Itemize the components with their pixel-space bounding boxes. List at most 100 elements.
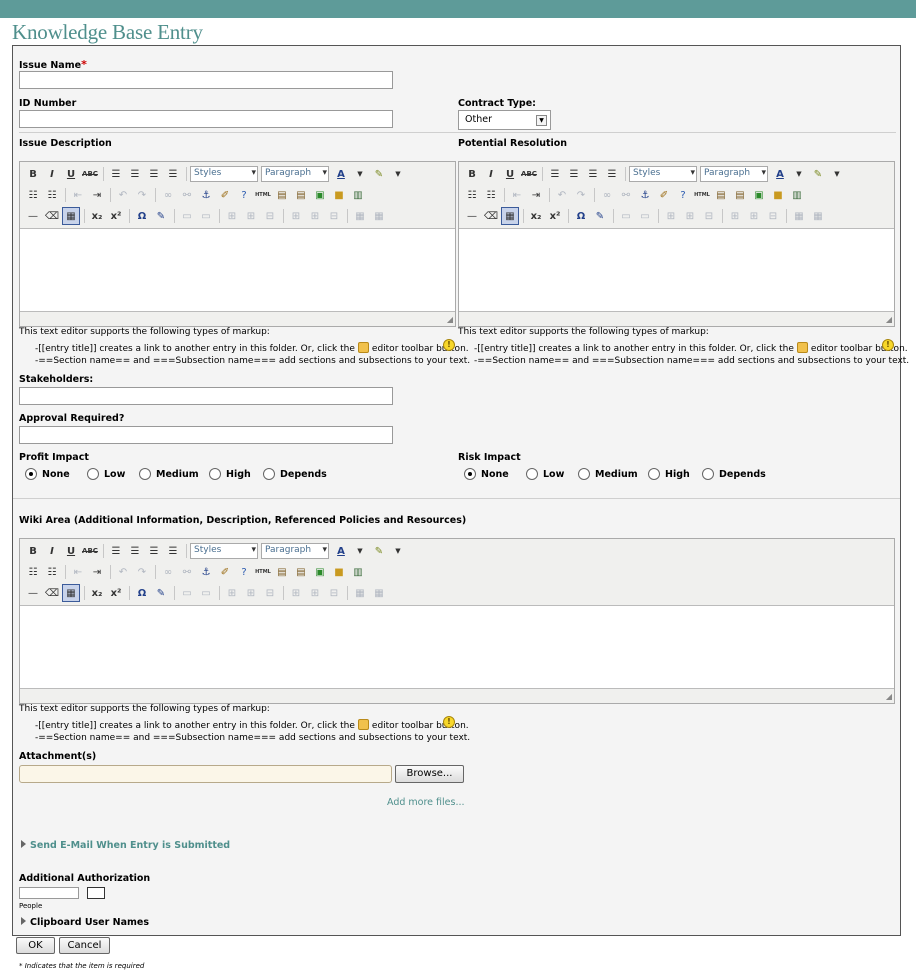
html-icon[interactable]: HTML: [254, 563, 272, 581]
numbered-list-icon[interactable]: ☷: [43, 563, 61, 581]
highlight-color-icon[interactable]: ✎: [809, 165, 827, 183]
paragraph-dropdown[interactable]: Paragraph: [261, 166, 329, 182]
text-color-icon[interactable]: A: [332, 165, 350, 183]
superscript-icon[interactable]: x²: [546, 207, 564, 225]
indent-icon[interactable]: ⇥: [527, 186, 545, 204]
align-left-icon[interactable]: ☰: [107, 165, 125, 183]
stakeholders-input[interactable]: [19, 387, 393, 405]
kb-entry-link-icon[interactable]: ■: [769, 186, 787, 204]
radio-button[interactable]: [139, 468, 151, 480]
delete-row-icon[interactable]: ⊟: [261, 584, 279, 602]
kb-entry-link-icon[interactable]: ■: [330, 563, 348, 581]
info-icon[interactable]: !: [882, 339, 894, 351]
anchor-icon[interactable]: ⚓: [197, 186, 215, 204]
paste-text-icon[interactable]: ▤: [273, 563, 291, 581]
resize-grip-icon[interactable]: ◢: [886, 315, 892, 324]
info-icon[interactable]: !: [443, 339, 455, 351]
outdent-icon[interactable]: ⇤: [508, 186, 526, 204]
insert-col-before-icon[interactable]: ⊞: [726, 207, 744, 225]
insert-row-before-icon[interactable]: ⊞: [223, 207, 241, 225]
special-character-icon[interactable]: Ω: [133, 207, 151, 225]
browse-button[interactable]: Browse...: [395, 765, 464, 783]
bold-icon[interactable]: B: [24, 542, 42, 560]
unlink-icon[interactable]: ⚯: [178, 186, 196, 204]
indent-icon[interactable]: ⇥: [88, 563, 106, 581]
align-right-icon[interactable]: ☰: [584, 165, 602, 183]
eraser-icon[interactable]: ⌫: [43, 207, 61, 225]
align-justify-icon[interactable]: ☰: [164, 165, 182, 183]
potential-resolution-textarea[interactable]: [459, 228, 894, 312]
align-right-icon[interactable]: ☰: [145, 165, 163, 183]
unlink-icon[interactable]: ⚯: [178, 563, 196, 581]
merge-cells-icon[interactable]: ▦: [370, 584, 388, 602]
risk-impact-option-medium[interactable]: Medium: [578, 468, 648, 480]
bold-icon[interactable]: B: [463, 165, 481, 183]
approval-required-input[interactable]: [19, 426, 393, 444]
text-color-icon[interactable]: A: [771, 165, 789, 183]
superscript-icon[interactable]: x²: [107, 584, 125, 602]
styles-dropdown[interactable]: Styles: [190, 543, 258, 559]
help-icon[interactable]: ?: [235, 563, 253, 581]
help-icon[interactable]: ?: [674, 186, 692, 204]
special-character-icon[interactable]: Ω: [133, 584, 151, 602]
insert-row-before-icon[interactable]: ⊞: [223, 584, 241, 602]
cleanup-icon[interactable]: ✐: [216, 563, 234, 581]
horizontal-rule-icon[interactable]: —: [463, 207, 481, 225]
insert-row-after-icon[interactable]: ⊞: [242, 207, 260, 225]
paste-word-icon[interactable]: ▤: [292, 186, 310, 204]
help-icon[interactable]: ?: [235, 186, 253, 204]
table-row-props-icon[interactable]: ▭: [617, 207, 635, 225]
profit-impact-option-low[interactable]: Low: [87, 468, 139, 480]
risk-impact-option-depends[interactable]: Depends: [702, 468, 766, 480]
cancel-button[interactable]: Cancel: [59, 937, 110, 954]
redo-icon[interactable]: ↷: [133, 186, 151, 204]
insert-col-before-icon[interactable]: ⊞: [287, 584, 305, 602]
superscript-icon[interactable]: x²: [107, 207, 125, 225]
redo-icon[interactable]: ↷: [133, 563, 151, 581]
chevron-down-icon[interactable]: ▼: [790, 165, 808, 183]
strikethrough-icon[interactable]: ABC: [520, 165, 538, 183]
radio-button[interactable]: [263, 468, 275, 480]
profit-impact-option-medium[interactable]: Medium: [139, 468, 209, 480]
numbered-list-icon[interactable]: ☷: [482, 186, 500, 204]
wiki-area-textarea[interactable]: [20, 605, 894, 689]
media-icon[interactable]: ▥: [349, 563, 367, 581]
html-icon[interactable]: HTML: [693, 186, 711, 204]
anchor-icon[interactable]: ⚓: [197, 563, 215, 581]
html-icon[interactable]: HTML: [254, 186, 272, 204]
table-row-props-icon[interactable]: ▭: [178, 207, 196, 225]
indent-icon[interactable]: ⇥: [88, 186, 106, 204]
delete-col-icon[interactable]: ⊟: [325, 584, 343, 602]
insert-image-icon[interactable]: ▣: [750, 186, 768, 204]
italic-icon[interactable]: I: [43, 165, 61, 183]
italic-icon[interactable]: I: [482, 165, 500, 183]
insert-row-before-icon[interactable]: ⊞: [662, 207, 680, 225]
resize-grip-icon[interactable]: ◢: [886, 692, 892, 701]
radio-button[interactable]: [25, 468, 37, 480]
horizontal-rule-icon[interactable]: —: [24, 584, 42, 602]
strikethrough-icon[interactable]: ABC: [81, 542, 99, 560]
paste-text-icon[interactable]: ▤: [273, 186, 291, 204]
radio-button[interactable]: [702, 468, 714, 480]
styles-dropdown[interactable]: Styles: [190, 166, 258, 182]
undo-icon[interactable]: ↶: [553, 186, 571, 204]
split-cells-icon[interactable]: ▦: [351, 584, 369, 602]
radio-button[interactable]: [87, 468, 99, 480]
anchor-icon[interactable]: ⚓: [636, 186, 654, 204]
resize-grip-icon[interactable]: ◢: [447, 315, 453, 324]
people-input[interactable]: [19, 887, 79, 899]
paragraph-dropdown[interactable]: Paragraph: [261, 543, 329, 559]
delete-col-icon[interactable]: ⊟: [764, 207, 782, 225]
merge-cells-icon[interactable]: ▦: [370, 207, 388, 225]
chevron-down-icon[interactable]: ▼: [828, 165, 846, 183]
align-left-icon[interactable]: ☰: [546, 165, 564, 183]
bullet-list-icon[interactable]: ☷: [463, 186, 481, 204]
italic-icon[interactable]: I: [43, 542, 61, 560]
link-icon[interactable]: ∞: [159, 186, 177, 204]
delete-col-icon[interactable]: ⊟: [325, 207, 343, 225]
visual-aid-icon[interactable]: ▦: [501, 207, 519, 225]
outdent-icon[interactable]: ⇤: [69, 186, 87, 204]
ok-button[interactable]: OK: [16, 937, 55, 954]
add-more-files-link[interactable]: Add more files...: [387, 797, 465, 808]
chevron-down-icon[interactable]: ▼: [351, 542, 369, 560]
